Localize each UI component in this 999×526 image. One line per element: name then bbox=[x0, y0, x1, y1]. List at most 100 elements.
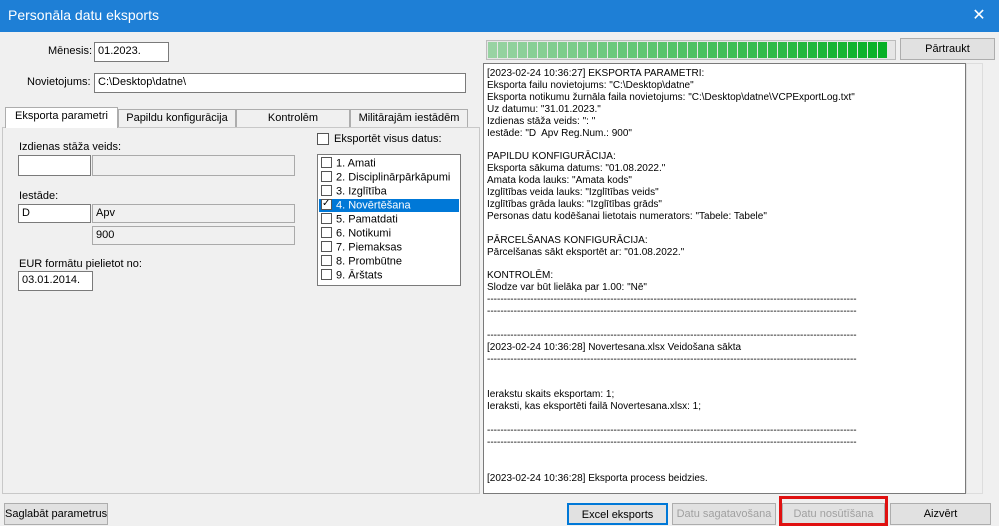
progress-segment bbox=[828, 42, 837, 58]
progress-segment bbox=[818, 42, 827, 58]
progress-segment bbox=[858, 42, 867, 58]
seniority-label: Izdienas stāža veids: bbox=[19, 141, 122, 153]
checkbox[interactable] bbox=[321, 171, 332, 182]
progress-segment bbox=[638, 42, 647, 58]
checkbox[interactable] bbox=[321, 269, 332, 280]
progress-segment bbox=[498, 42, 507, 58]
progress-segment bbox=[558, 42, 567, 58]
progress-segment bbox=[718, 42, 727, 58]
progress-segment bbox=[598, 42, 607, 58]
checklist-item-label: 7. Piemaksas bbox=[336, 241, 403, 254]
month-input[interactable]: 01.2023. bbox=[94, 42, 169, 62]
stop-button[interactable]: Pārtraukt bbox=[900, 38, 995, 60]
institution-label: Iestāde: bbox=[19, 190, 59, 202]
progress-segment bbox=[508, 42, 517, 58]
location-label: Novietojums: bbox=[27, 76, 91, 88]
progress-segment bbox=[648, 42, 657, 58]
progress-segment bbox=[568, 42, 577, 58]
progress-segment bbox=[528, 42, 537, 58]
progress-segment bbox=[708, 42, 717, 58]
checkbox[interactable] bbox=[321, 197, 332, 210]
checklist-item[interactable]: 5. Pamatdati bbox=[319, 213, 459, 226]
checklist-item[interactable]: 2. Disciplinārpārkāpumi bbox=[319, 171, 459, 184]
title-bar: Personāla datu eksports ✕ bbox=[0, 0, 999, 32]
checklist-item[interactable]: 3. Izglītība bbox=[319, 185, 459, 198]
progress-segment bbox=[548, 42, 557, 58]
progress-segment bbox=[728, 42, 737, 58]
progress-segment bbox=[538, 42, 547, 58]
checkbox[interactable] bbox=[321, 157, 332, 168]
seniority-code-input[interactable] bbox=[18, 155, 91, 176]
save-params-button[interactable]: Saglabāt parametrus bbox=[4, 503, 108, 525]
checklist-item-label: 1. Amati bbox=[336, 157, 376, 170]
checklist-item[interactable]: 9. Ārštats bbox=[319, 269, 459, 282]
progress-segment bbox=[678, 42, 687, 58]
prepare-data-button[interactable]: Datu sagatavošana bbox=[672, 503, 776, 525]
window-title: Personāla datu eksports bbox=[8, 7, 159, 23]
progress-segment bbox=[738, 42, 747, 58]
progress-segment bbox=[788, 42, 797, 58]
close-button[interactable]: Aizvērt bbox=[890, 503, 991, 525]
progress-bar bbox=[486, 40, 896, 60]
eur-date-input[interactable]: 03.01.2014. bbox=[18, 271, 93, 291]
progress-segment bbox=[628, 42, 637, 58]
location-input[interactable]: C:\Desktop\datne\ bbox=[94, 73, 466, 93]
progress-fill bbox=[488, 42, 887, 58]
progress-segment bbox=[778, 42, 787, 58]
checklist-item-label: 2. Disciplinārpārkāpumi bbox=[336, 171, 451, 184]
progress-segment bbox=[488, 42, 497, 58]
checkbox[interactable] bbox=[321, 185, 332, 196]
tab-export-params[interactable]: Eksporta parametri bbox=[5, 107, 118, 128]
progress-segment bbox=[848, 42, 857, 58]
checklist-item-label: 8. Prombūtne bbox=[336, 255, 403, 268]
excel-export-button[interactable]: Excel eksports bbox=[567, 503, 668, 525]
export-all-checkbox[interactable] bbox=[317, 133, 329, 145]
progress-segment bbox=[578, 42, 587, 58]
checkbox[interactable] bbox=[321, 241, 332, 252]
progress-segment bbox=[608, 42, 617, 58]
checklist-item[interactable]: 7. Piemaksas bbox=[319, 241, 459, 254]
highlight-box bbox=[779, 496, 888, 526]
institution-name-field: Apv bbox=[92, 204, 295, 223]
progress-segment bbox=[868, 42, 877, 58]
progress-segment bbox=[878, 42, 887, 58]
close-icon[interactable]: ✕ bbox=[969, 6, 989, 26]
checkbox[interactable] bbox=[321, 227, 332, 238]
export-checklist: 1. Amati 2. Disciplinārpārkāpumi 3. Izglīt… bbox=[317, 154, 461, 286]
checklist-item-label: 5. Pamatdati bbox=[336, 213, 398, 226]
log-scrollbar[interactable] bbox=[966, 63, 983, 494]
log-text: [2023-02-24 10:36:27] EKSPORTA PARAMETRI… bbox=[487, 68, 857, 484]
tab-additional-config[interactable]: Papildu konfigurācija bbox=[118, 109, 236, 127]
checkbox[interactable] bbox=[321, 255, 332, 266]
progress-segment bbox=[798, 42, 807, 58]
tab-controls[interactable]: Kontrolēm bbox=[236, 109, 350, 127]
checklist-item[interactable]: 1. Amati bbox=[319, 157, 459, 170]
progress-segment bbox=[748, 42, 757, 58]
institution-code-input[interactable]: D bbox=[18, 204, 91, 223]
checklist-item-label: 6. Notikumi bbox=[336, 227, 392, 240]
progress-segment bbox=[588, 42, 597, 58]
checklist-item[interactable]: 8. Prombūtne bbox=[319, 255, 459, 268]
seniority-name-field bbox=[92, 155, 295, 176]
institution-number-field: 900 bbox=[92, 226, 295, 245]
progress-segment bbox=[838, 42, 847, 58]
checkbox[interactable] bbox=[321, 213, 332, 224]
checklist-item[interactable]: 6. Notikumi bbox=[319, 227, 459, 240]
checklist-item-label: 9. Ārštats bbox=[336, 269, 383, 282]
progress-segment bbox=[758, 42, 767, 58]
log-textarea[interactable]: [2023-02-24 10:36:27] EKSPORTA PARAMETRI… bbox=[483, 63, 966, 494]
checklist-item[interactable]: 4. Novērtēšana bbox=[319, 197, 459, 212]
checklist-item-label: 3. Izglītība bbox=[336, 185, 387, 198]
progress-segment bbox=[518, 42, 527, 58]
progress-segment bbox=[698, 42, 707, 58]
progress-segment bbox=[658, 42, 667, 58]
progress-segment bbox=[768, 42, 777, 58]
progress-segment bbox=[668, 42, 677, 58]
checklist-item-label: 4. Novērtēšana bbox=[336, 199, 411, 212]
progress-segment bbox=[688, 42, 697, 58]
eur-label: EUR formātu pielietot no: bbox=[19, 258, 142, 270]
progress-segment bbox=[618, 42, 627, 58]
progress-segment bbox=[808, 42, 817, 58]
tab-military[interactable]: Militārajām iestādēm bbox=[350, 109, 468, 127]
export-all-label: Eksportēt visus datus: bbox=[334, 133, 442, 145]
